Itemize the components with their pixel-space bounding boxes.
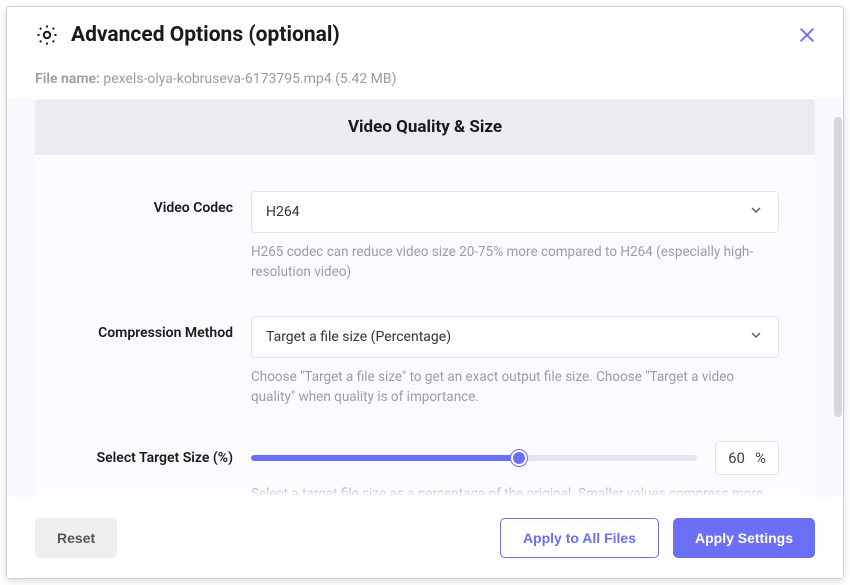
close-icon[interactable] xyxy=(795,23,819,47)
gear-icon xyxy=(35,23,59,47)
compression-method-select[interactable]: Target a file size (Percentage) xyxy=(251,316,779,358)
video-codec-select[interactable]: H264 xyxy=(251,191,779,233)
modal-header: Advanced Options (optional) xyxy=(7,7,843,53)
target-size-label: Select Target Size (%) xyxy=(71,441,251,466)
video-codec-label: Video Codec xyxy=(71,191,251,216)
scrollbar[interactable] xyxy=(834,117,842,417)
section-title: Video Quality & Size xyxy=(35,99,815,155)
target-size-input[interactable]: 60 % xyxy=(715,441,779,475)
settings-scroll-area: Video Quality & Size Video Codec H264 H2… xyxy=(7,99,843,497)
compression-method-help: Choose "Target a file size" to get an ex… xyxy=(251,368,779,407)
file-name-value: pexels-olya-kobruseva-6173795.mp4 (5.42 … xyxy=(103,71,396,87)
file-name-line: File name: pexels-olya-kobruseva-6173795… xyxy=(7,53,843,99)
compression-method-label: Compression Method xyxy=(71,316,251,341)
apply-all-button[interactable]: Apply to All Files xyxy=(500,518,659,558)
modal-title: Advanced Options (optional) xyxy=(71,23,340,47)
modal-footer: Reset Apply to All Files Apply Settings xyxy=(7,497,843,578)
target-size-value: 60 xyxy=(728,449,745,467)
advanced-options-modal: Advanced Options (optional) File name: p… xyxy=(6,6,844,579)
target-size-unit: % xyxy=(755,449,766,467)
chevron-down-icon xyxy=(748,327,764,347)
video-codec-value: H264 xyxy=(266,204,300,220)
slider-thumb[interactable] xyxy=(511,450,527,466)
reset-button[interactable]: Reset xyxy=(35,518,117,558)
video-codec-row: Video Codec H264 H265 codec can reduce v… xyxy=(71,191,779,282)
file-name-label: File name: xyxy=(35,71,100,87)
video-codec-help: H265 codec can reduce video size 20-75% … xyxy=(251,243,779,282)
compression-method-value: Target a file size (Percentage) xyxy=(266,329,451,345)
section-card: Video Quality & Size Video Codec H264 H2… xyxy=(35,99,815,497)
chevron-down-icon xyxy=(748,202,764,222)
apply-settings-button[interactable]: Apply Settings xyxy=(673,518,815,558)
target-size-slider[interactable] xyxy=(251,448,697,468)
compression-method-row: Compression Method Target a file size (P… xyxy=(71,316,779,407)
